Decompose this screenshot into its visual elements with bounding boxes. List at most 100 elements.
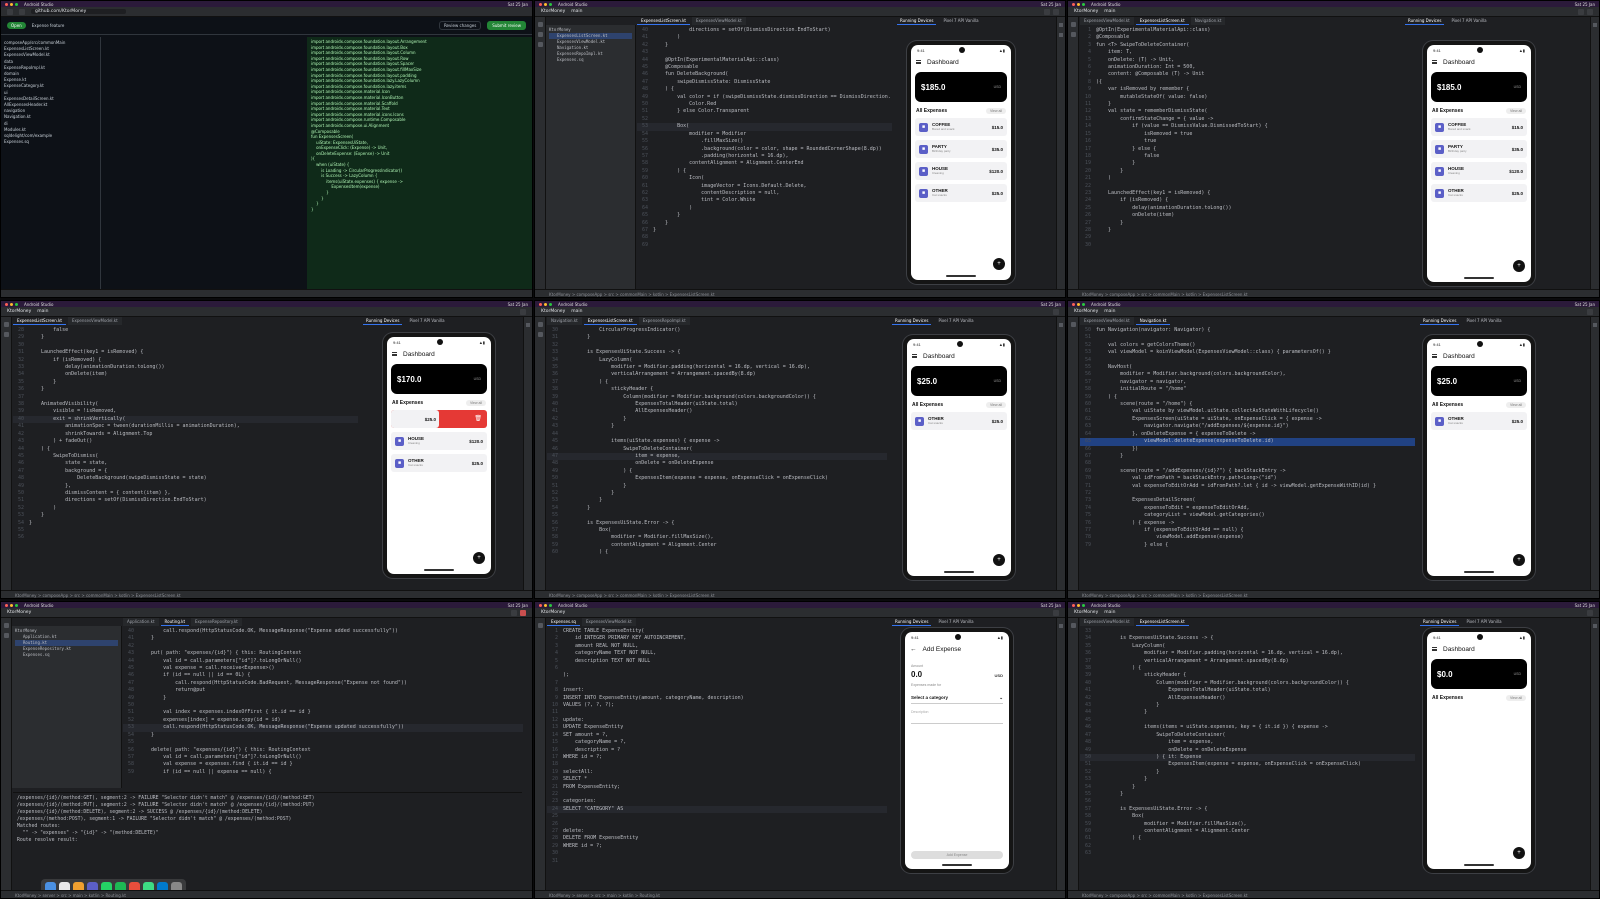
- folder-icon[interactable]: [537, 322, 543, 327]
- view-all-button[interactable]: View all: [1506, 108, 1526, 114]
- code-editor[interactable]: 40 call.respond(HttpStatusCode.OK, Messa…: [123, 628, 523, 788]
- stop-icon[interactable]: [520, 609, 526, 616]
- project-name[interactable]: KtorMoney: [1074, 309, 1098, 314]
- app-name[interactable]: Android Studio: [1091, 2, 1120, 7]
- tab-file[interactable]: ExpensesListScreen.kt: [1135, 17, 1189, 25]
- tab-device[interactable]: Pixel 7 API Vanilla: [1463, 618, 1504, 626]
- structure-icon[interactable]: [537, 42, 543, 47]
- expense-item[interactable]: ■ OTHER Cat snacks $25.0: [1431, 184, 1527, 202]
- url-bar[interactable]: github.com/KtorMoney: [31, 9, 127, 14]
- tab-file[interactable]: Expenses.sq: [547, 618, 580, 626]
- expense-item[interactable]: ■ OTHER Cat snacks $25.0: [911, 412, 1007, 430]
- tab-file[interactable]: Navigation.kt: [1135, 317, 1171, 325]
- tab-device[interactable]: Pixel 7 API Vanilla: [406, 317, 447, 325]
- phone-screen[interactable]: 9:41 ▲▮ Dashboard $25.0 USD All Expenses View …: [907, 339, 1011, 576]
- app-name[interactable]: Android Studio: [1091, 302, 1120, 307]
- tab-file[interactable]: ExpensesViewModel.kt: [67, 317, 122, 325]
- expense-item[interactable]: ■ COFFEE Bored and snack $15.0: [1431, 118, 1527, 136]
- branch-name[interactable]: main: [571, 309, 582, 314]
- notifications-icon[interactable]: [1593, 624, 1597, 628]
- add-expense-fab[interactable]: +: [993, 258, 1005, 270]
- notifications-icon[interactable]: [526, 323, 530, 327]
- project-name[interactable]: KtorMoney: [541, 309, 565, 314]
- tab-file[interactable]: ExpensesViewModel.kt: [1080, 317, 1134, 325]
- add-expense-fab[interactable]: +: [993, 554, 1005, 566]
- branch-name[interactable]: main: [1104, 309, 1115, 314]
- pr-file-item[interactable]: Expenses.sq: [4, 139, 97, 145]
- phone-screen[interactable]: 9:41 ▲▮ Dashboard $185.0 USD All Expenses View…: [1427, 45, 1531, 282]
- branch-name[interactable]: main: [571, 9, 582, 14]
- run-icon[interactable]: [1044, 8, 1050, 15]
- menu-icon[interactable]: [916, 60, 921, 64]
- expense-item[interactable]: ■ PARTY Birthday party $35.0: [915, 140, 1007, 158]
- code-editor[interactable]: 33 34 is ExpensesUiState.Success -> {35 L…: [1080, 628, 1415, 888]
- swiping-expense-item[interactable]: $25.0 🗑: [391, 410, 487, 428]
- tab-file[interactable]: Application.kt: [123, 618, 159, 626]
- tab-file[interactable]: ExpensesViewModel.kt: [691, 17, 746, 25]
- tab-file[interactable]: Routing.kt: [160, 618, 190, 626]
- app-name[interactable]: Android Studio: [24, 2, 53, 7]
- notifications-icon[interactable]: [1593, 23, 1597, 27]
- debug-icon[interactable]: [1587, 8, 1593, 15]
- phone-screen[interactable]: 9:41 ▲▮ Dashboard $0.0 USD All Expenses View a…: [1427, 632, 1531, 869]
- view-all-button[interactable]: View all: [1506, 695, 1526, 701]
- project-tree-item[interactable]: Expenses.sq: [15, 652, 118, 658]
- run-icon[interactable]: [511, 609, 517, 616]
- project-name[interactable]: KtorMoney: [1074, 610, 1098, 615]
- app-name[interactable]: Android Studio: [558, 603, 587, 608]
- tab-running-devices[interactable]: Running Devices: [892, 317, 932, 325]
- chevron-down-icon[interactable]: ⌄: [999, 695, 1003, 701]
- folder-icon[interactable]: [537, 22, 543, 27]
- notifications-icon[interactable]: [1059, 23, 1063, 27]
- run-icon[interactable]: [1053, 308, 1059, 315]
- back-arrow-icon[interactable]: ←: [910, 646, 917, 653]
- notifications-icon[interactable]: [1059, 624, 1063, 628]
- expense-item[interactable]: ■ OTHER Cat snacks $25.0: [915, 184, 1007, 202]
- menu-icon[interactable]: [1432, 647, 1437, 651]
- expense-item[interactable]: ■ OTHER Cat snacks $25.0: [391, 454, 487, 472]
- run-icon[interactable]: [520, 308, 526, 315]
- branch-name[interactable]: main: [1104, 610, 1115, 615]
- run-icon[interactable]: [1587, 308, 1593, 315]
- folder-icon[interactable]: [3, 623, 9, 628]
- expense-item[interactable]: ■ HOUSE Cleaning $120.0: [915, 162, 1007, 180]
- menu-icon[interactable]: [1432, 354, 1437, 358]
- tab-device[interactable]: Pixel 7 API Vanilla: [940, 17, 981, 25]
- tab-running-devices[interactable]: Running Devices: [1420, 317, 1460, 325]
- project-name[interactable]: KtorMoney: [7, 309, 31, 314]
- code-editor[interactable]: 1 CREATE TABLE ExpenseEntity(2 id INTEGER…: [547, 628, 887, 888]
- review-changes-button[interactable]: Review changes: [438, 21, 482, 30]
- tab-file[interactable]: ExpensesListScreen.kt: [1135, 618, 1189, 626]
- folder-icon[interactable]: [3, 322, 9, 327]
- project-name[interactable]: KtorMoney: [1074, 9, 1098, 14]
- expense-item[interactable]: ■ HOUSE Cleaning $120.0: [391, 432, 487, 450]
- expense-item[interactable]: ■ COFFEE Bored and snack $15.0: [915, 118, 1007, 136]
- project-tree-item[interactable]: Expenses.sq: [549, 57, 632, 63]
- tab-running-devices[interactable]: Running Devices: [1405, 17, 1445, 25]
- app-name[interactable]: Android Studio: [558, 302, 587, 307]
- menu-icon[interactable]: [1432, 60, 1437, 64]
- run-icon[interactable]: [1587, 609, 1593, 616]
- tab-running-devices[interactable]: Running Devices: [897, 17, 937, 25]
- tab-file[interactable]: ExpensesViewModel.kt: [1080, 618, 1134, 626]
- tab-device[interactable]: Pixel 7 API Vanilla: [935, 618, 976, 626]
- phone-screen[interactable]: 9:41 ▲▮ Dashboard $185.0 USD All Expenses View…: [911, 45, 1011, 280]
- tab-file[interactable]: ExpensesViewModel.kt: [581, 618, 636, 626]
- tab-device[interactable]: Pixel 7 API Vanilla: [935, 317, 976, 325]
- submit-review-button[interactable]: Submit review: [487, 21, 526, 30]
- debug-icon[interactable]: [1053, 8, 1059, 15]
- terminal-icon[interactable]: [3, 633, 9, 638]
- branch-name[interactable]: main: [1104, 9, 1115, 14]
- tab-device[interactable]: Pixel 7 API Vanilla: [1448, 17, 1489, 25]
- expense-item[interactable]: ■ HOUSE Cleaning $120.0: [1431, 162, 1527, 180]
- tab-running-devices[interactable]: Running Devices: [892, 618, 932, 626]
- view-all-button[interactable]: View all: [1506, 402, 1526, 408]
- add-expense-button[interactable]: Add Expense: [911, 851, 1003, 859]
- phone-screen[interactable]: 9:41 ▲▮ Dashboard $170.0 USD All Expenses View…: [387, 337, 491, 574]
- branch-name[interactable]: main: [37, 309, 48, 314]
- commit-icon[interactable]: [1070, 32, 1076, 37]
- tab-file[interactable]: ExpensesRepoImpl.kt: [638, 317, 690, 325]
- tab-file[interactable]: Navigation.kt: [1190, 17, 1226, 25]
- description-field[interactable]: Description: [911, 710, 1003, 724]
- back-icon[interactable]: [7, 8, 13, 15]
